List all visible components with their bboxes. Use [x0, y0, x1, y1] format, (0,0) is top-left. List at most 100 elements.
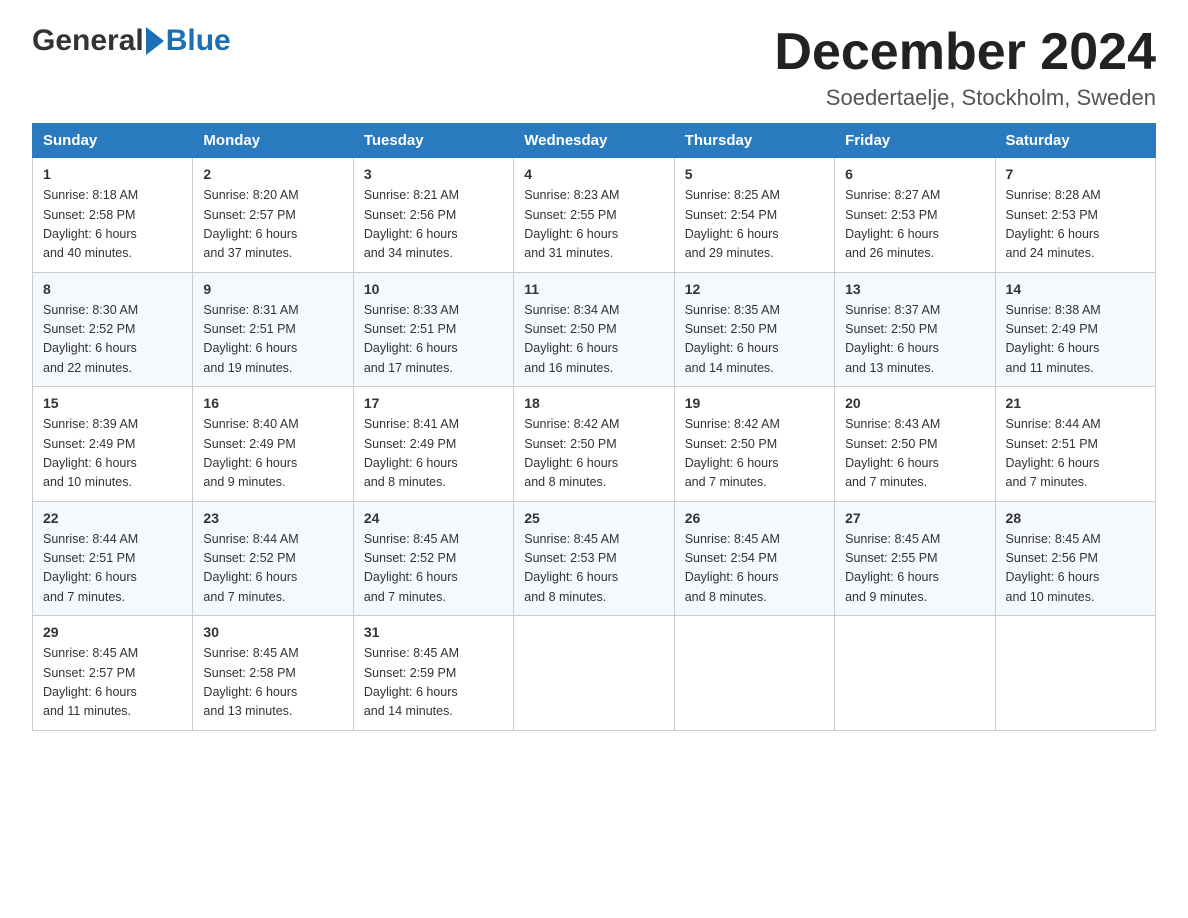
- month-title: December 2024: [774, 24, 1156, 81]
- table-row: 18Sunrise: 8:42 AMSunset: 2:50 PMDayligh…: [514, 387, 674, 502]
- day-info: Sunrise: 8:41 AMSunset: 2:49 PMDaylight:…: [364, 415, 503, 493]
- day-number: 9: [203, 281, 342, 297]
- location-subtitle: Soedertaelje, Stockholm, Sweden: [774, 85, 1156, 111]
- day-info: Sunrise: 8:20 AMSunset: 2:57 PMDaylight:…: [203, 186, 342, 264]
- day-number: 22: [43, 510, 182, 526]
- day-info: Sunrise: 8:45 AMSunset: 2:54 PMDaylight:…: [685, 530, 824, 608]
- day-number: 20: [845, 395, 984, 411]
- day-info: Sunrise: 8:35 AMSunset: 2:50 PMDaylight:…: [685, 301, 824, 379]
- table-row: 7 Sunrise: 8:28 AMSunset: 2:53 PMDaylight…: [995, 158, 1155, 273]
- table-row: 11Sunrise: 8:34 AMSunset: 2:50 PMDayligh…: [514, 272, 674, 387]
- table-row: 31 Sunrise: 8:45 AMSunset: 2:59 PMDayligh…: [353, 616, 513, 731]
- table-row: 28 Sunrise: 8:45 AMSunset: 2:56 PMDayligh…: [995, 501, 1155, 616]
- day-info: Sunrise: 8:21 AMSunset: 2:56 PMDaylight:…: [364, 186, 503, 264]
- day-info: Sunrise: 8:45 AMSunset: 2:57 PMDaylight:…: [43, 644, 182, 722]
- day-info: Sunrise: 8:27 AMSunset: 2:53 PMDaylight:…: [845, 186, 984, 264]
- table-row: 20Sunrise: 8:43 AMSunset: 2:50 PMDayligh…: [835, 387, 995, 502]
- title-area: December 2024 Soedertaelje, Stockholm, S…: [774, 24, 1156, 111]
- table-row: [514, 616, 674, 731]
- day-info: Sunrise: 8:40 AMSunset: 2:49 PMDaylight:…: [203, 415, 342, 493]
- day-info: Sunrise: 8:45 AMSunset: 2:58 PMDaylight:…: [203, 644, 342, 722]
- logo: General Blue: [32, 24, 231, 58]
- week-row-5: 29Sunrise: 8:45 AMSunset: 2:57 PMDayligh…: [33, 616, 1156, 731]
- table-row: 5Sunrise: 8:25 AMSunset: 2:54 PMDaylight…: [674, 158, 834, 273]
- table-row: 3 Sunrise: 8:21 AMSunset: 2:56 PMDaylight…: [353, 158, 513, 273]
- day-info: Sunrise: 8:45 AMSunset: 2:53 PMDaylight:…: [524, 530, 663, 608]
- table-row: 6 Sunrise: 8:27 AMSunset: 2:53 PMDaylight…: [835, 158, 995, 273]
- day-number: 26: [685, 510, 824, 526]
- day-number: 12: [685, 281, 824, 297]
- day-number: 17: [364, 395, 503, 411]
- day-info: Sunrise: 8:18 AMSunset: 2:58 PMDaylight:…: [43, 186, 182, 264]
- day-info: Sunrise: 8:42 AMSunset: 2:50 PMDaylight:…: [524, 415, 663, 493]
- header-monday: Monday: [193, 124, 353, 158]
- table-row: 29Sunrise: 8:45 AMSunset: 2:57 PMDayligh…: [33, 616, 193, 731]
- day-number: 8: [43, 281, 182, 297]
- table-row: 30 Sunrise: 8:45 AMSunset: 2:58 PMDayligh…: [193, 616, 353, 731]
- table-row: 21 Sunrise: 8:44 AMSunset: 2:51 PMDayligh…: [995, 387, 1155, 502]
- table-row: 24 Sunrise: 8:45 AMSunset: 2:52 PMDayligh…: [353, 501, 513, 616]
- day-info: Sunrise: 8:38 AMSunset: 2:49 PMDaylight:…: [1006, 301, 1145, 379]
- day-number: 14: [1006, 281, 1145, 297]
- day-number: 13: [845, 281, 984, 297]
- day-number: 25: [524, 510, 663, 526]
- table-row: 15 Sunrise: 8:39 AMSunset: 2:49 PMDayligh…: [33, 387, 193, 502]
- day-info: Sunrise: 8:28 AMSunset: 2:53 PMDaylight:…: [1006, 186, 1145, 264]
- day-number: 27: [845, 510, 984, 526]
- day-info: Sunrise: 8:34 AMSunset: 2:50 PMDaylight:…: [524, 301, 663, 379]
- header-friday: Friday: [835, 124, 995, 158]
- table-row: 19Sunrise: 8:42 AMSunset: 2:50 PMDayligh…: [674, 387, 834, 502]
- week-row-2: 8 Sunrise: 8:30 AMSunset: 2:52 PMDaylight…: [33, 272, 1156, 387]
- table-row: [835, 616, 995, 731]
- day-number: 16: [203, 395, 342, 411]
- day-number: 21: [1006, 395, 1145, 411]
- table-row: 4 Sunrise: 8:23 AMSunset: 2:55 PMDaylight…: [514, 158, 674, 273]
- day-number: 4: [524, 166, 663, 182]
- day-number: 31: [364, 624, 503, 640]
- day-info: Sunrise: 8:23 AMSunset: 2:55 PMDaylight:…: [524, 186, 663, 264]
- table-row: 8 Sunrise: 8:30 AMSunset: 2:52 PMDaylight…: [33, 272, 193, 387]
- table-row: 23Sunrise: 8:44 AMSunset: 2:52 PMDayligh…: [193, 501, 353, 616]
- day-number: 15: [43, 395, 182, 411]
- header-tuesday: Tuesday: [353, 124, 513, 158]
- table-row: 10Sunrise: 8:33 AMSunset: 2:51 PMDayligh…: [353, 272, 513, 387]
- day-number: 6: [845, 166, 984, 182]
- day-number: 24: [364, 510, 503, 526]
- day-info: Sunrise: 8:44 AMSunset: 2:52 PMDaylight:…: [203, 530, 342, 608]
- day-info: Sunrise: 8:45 AMSunset: 2:56 PMDaylight:…: [1006, 530, 1145, 608]
- week-row-4: 22Sunrise: 8:44 AMSunset: 2:51 PMDayligh…: [33, 501, 1156, 616]
- week-row-1: 1 Sunrise: 8:18 AMSunset: 2:58 PMDaylight…: [33, 158, 1156, 273]
- table-row: 25 Sunrise: 8:45 AMSunset: 2:53 PMDayligh…: [514, 501, 674, 616]
- day-info: Sunrise: 8:45 AMSunset: 2:59 PMDaylight:…: [364, 644, 503, 722]
- day-info: Sunrise: 8:37 AMSunset: 2:50 PMDaylight:…: [845, 301, 984, 379]
- table-row: 2 Sunrise: 8:20 AMSunset: 2:57 PMDaylight…: [193, 158, 353, 273]
- day-info: Sunrise: 8:31 AMSunset: 2:51 PMDaylight:…: [203, 301, 342, 379]
- table-row: 13 Sunrise: 8:37 AMSunset: 2:50 PMDayligh…: [835, 272, 995, 387]
- week-row-3: 15 Sunrise: 8:39 AMSunset: 2:49 PMDayligh…: [33, 387, 1156, 502]
- header-wednesday: Wednesday: [514, 124, 674, 158]
- table-row: 1 Sunrise: 8:18 AMSunset: 2:58 PMDaylight…: [33, 158, 193, 273]
- day-number: 2: [203, 166, 342, 182]
- day-number: 1: [43, 166, 182, 182]
- day-number: 3: [364, 166, 503, 182]
- day-number: 19: [685, 395, 824, 411]
- day-info: Sunrise: 8:44 AMSunset: 2:51 PMDaylight:…: [1006, 415, 1145, 493]
- table-row: 26 Sunrise: 8:45 AMSunset: 2:54 PMDayligh…: [674, 501, 834, 616]
- table-row: 14 Sunrise: 8:38 AMSunset: 2:49 PMDayligh…: [995, 272, 1155, 387]
- day-info: Sunrise: 8:45 AMSunset: 2:52 PMDaylight:…: [364, 530, 503, 608]
- day-info: Sunrise: 8:39 AMSunset: 2:49 PMDaylight:…: [43, 415, 182, 493]
- day-info: Sunrise: 8:30 AMSunset: 2:52 PMDaylight:…: [43, 301, 182, 379]
- day-number: 7: [1006, 166, 1145, 182]
- day-number: 5: [685, 166, 824, 182]
- logo-arrow-icon: [146, 27, 164, 55]
- day-info: Sunrise: 8:45 AMSunset: 2:55 PMDaylight:…: [845, 530, 984, 608]
- header-sunday: Sunday: [33, 124, 193, 158]
- logo-general-text: General: [32, 24, 144, 58]
- page-header: General Blue December 2024 Soedertaelje,…: [32, 24, 1156, 111]
- weekday-header-row: Sunday Monday Tuesday Wednesday Thursday…: [33, 124, 1156, 158]
- day-number: 28: [1006, 510, 1145, 526]
- day-info: Sunrise: 8:33 AMSunset: 2:51 PMDaylight:…: [364, 301, 503, 379]
- table-row: 12 Sunrise: 8:35 AMSunset: 2:50 PMDayligh…: [674, 272, 834, 387]
- day-number: 30: [203, 624, 342, 640]
- table-row: [995, 616, 1155, 731]
